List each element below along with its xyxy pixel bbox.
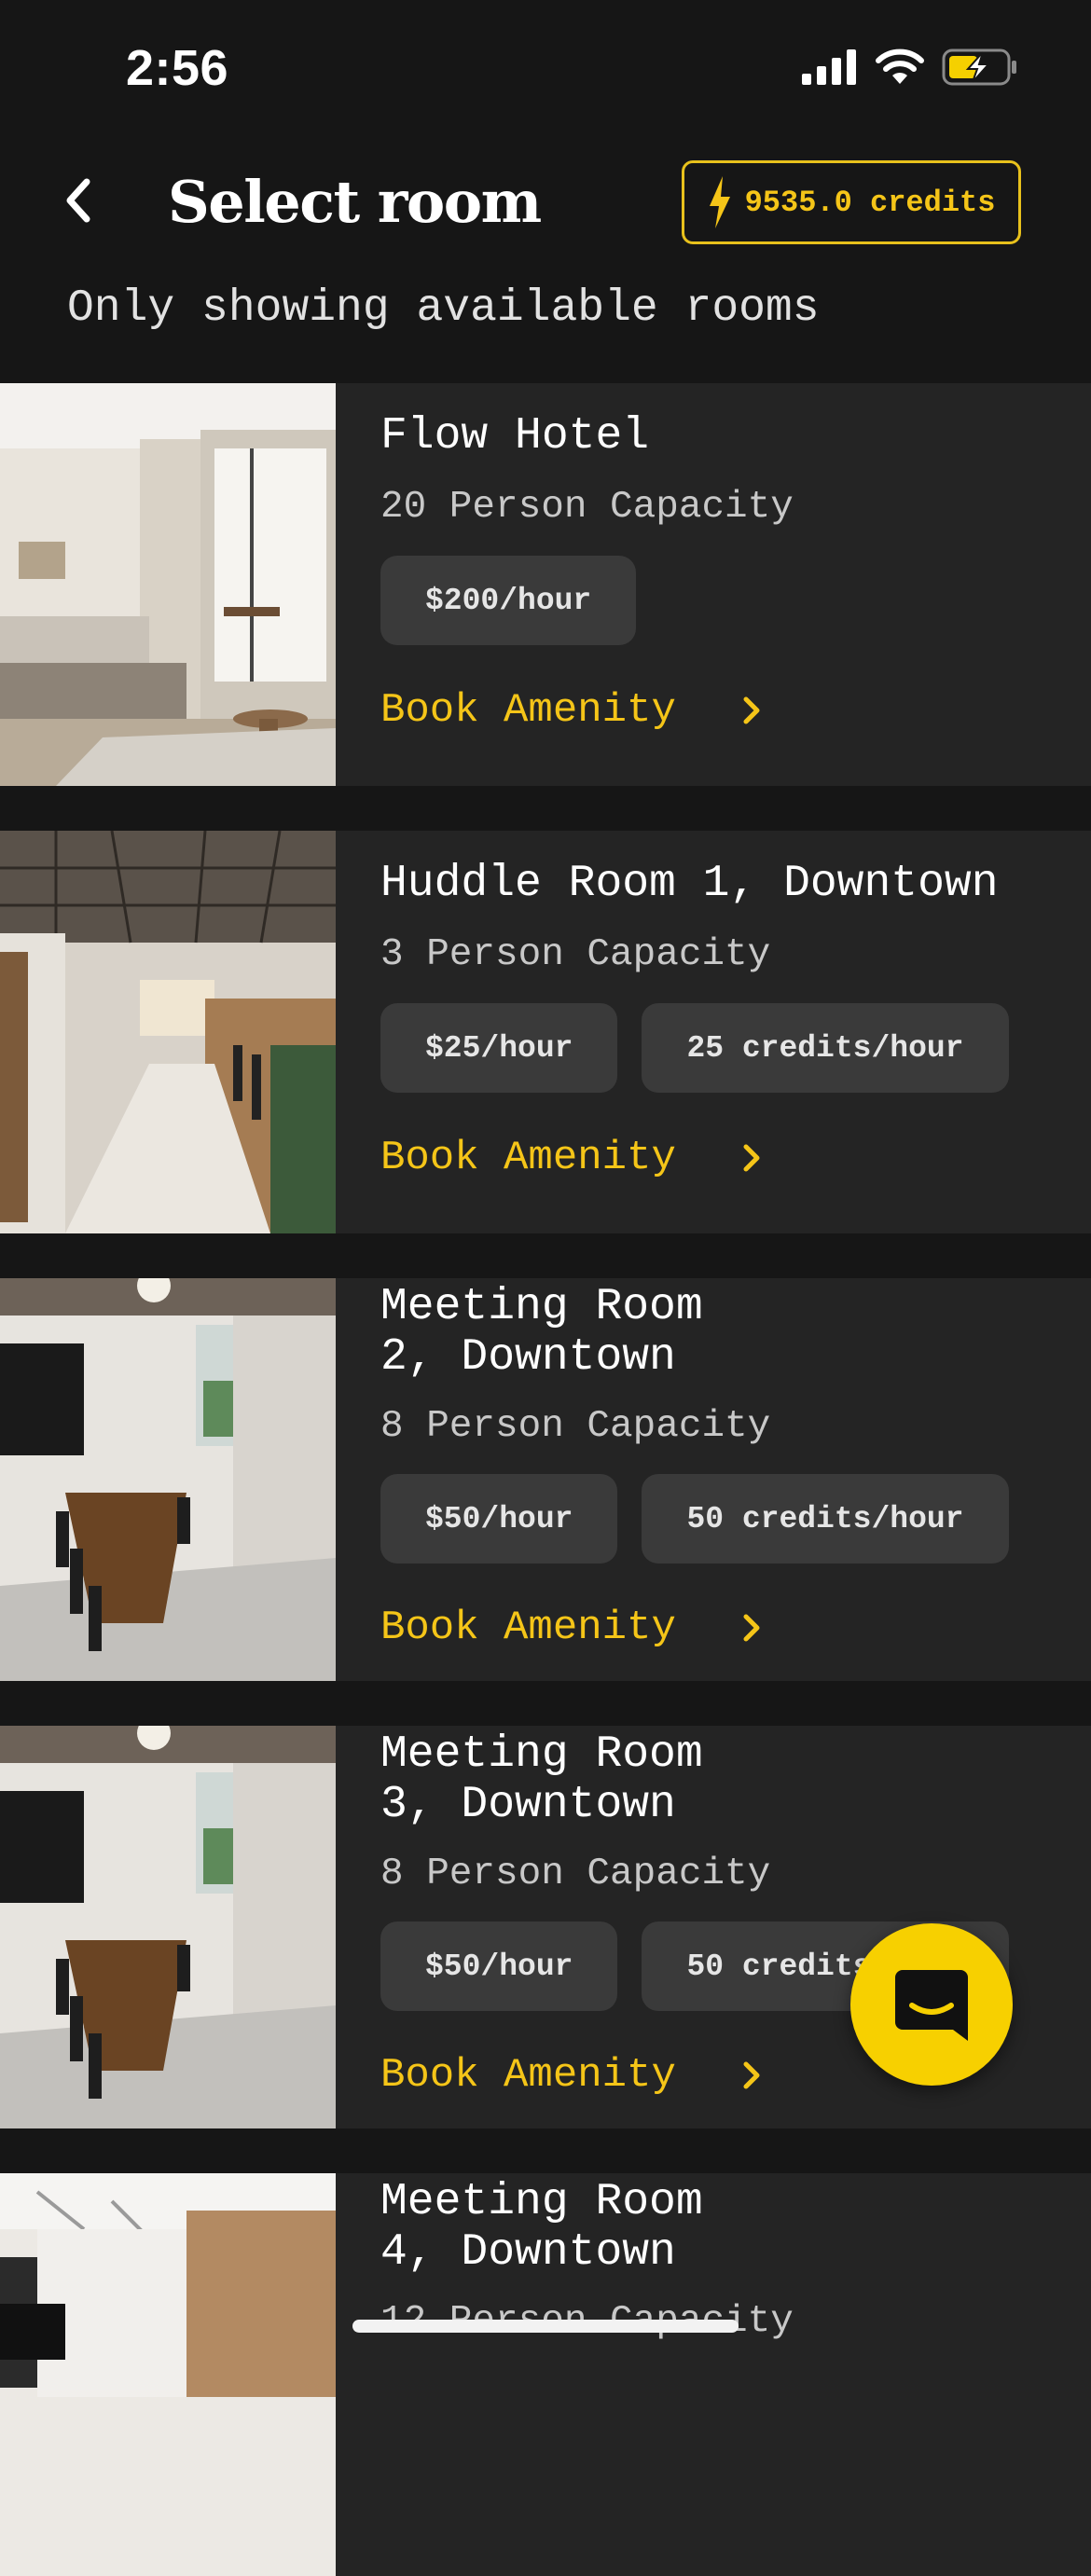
- status-time: 2:56: [126, 40, 229, 96]
- room-capacity: 8 Person Capacity: [380, 1405, 771, 1448]
- page-subtitle: Only showing available rooms: [67, 283, 820, 334]
- room-photo: [0, 831, 336, 1233]
- status-bar: 2:56: [0, 0, 1091, 140]
- room-card[interactable]: Huddle Room 1, Downtown 3 Person Capacit…: [0, 831, 1091, 1233]
- book-amenity-link[interactable]: Book Amenity: [380, 2052, 762, 2099]
- credits-chip: 25 credits/hour: [642, 1003, 1009, 1093]
- chat-button[interactable]: [850, 1923, 1013, 2086]
- credits-badge[interactable]: 9535.0 credits: [682, 160, 1021, 244]
- status-icons: [802, 48, 1018, 86]
- room-info: Meeting Room 3, Downtown 8 Person Capaci…: [380, 1726, 1091, 2128]
- room-capacity: 3 Person Capacity: [380, 933, 771, 976]
- room-photo: [0, 1278, 336, 1681]
- room-name: Meeting Room 3, Downtown: [380, 1729, 703, 1830]
- chevron-right-icon: [743, 1144, 760, 1172]
- price-chip: $25/hour: [380, 1003, 618, 1093]
- price-chips: $25/hour 25 credits/hour: [380, 1003, 1024, 1093]
- room-name: Meeting Room 2, Downtown: [380, 1282, 703, 1383]
- book-amenity-link[interactable]: Book Amenity: [380, 1135, 762, 1181]
- room-name: Huddle Room 1, Downtown: [380, 859, 999, 909]
- chevron-left-icon: [66, 178, 90, 223]
- room-info: Meeting Room 2, Downtown 8 Person Capaci…: [380, 1278, 1091, 1681]
- battery-charging-icon: [942, 48, 1016, 86]
- price-chip: $50/hour: [380, 1922, 618, 2011]
- room-capacity: 20 Person Capacity: [380, 486, 794, 529]
- book-amenity-link[interactable]: Book Amenity: [380, 1605, 762, 1651]
- room-capacity: 8 Person Capacity: [380, 1853, 771, 1895]
- room-card[interactable]: Meeting Room 4, Downtown 12 Person Capac…: [0, 2173, 1091, 2576]
- price-chips: $50/hour 50 credits/hour: [380, 1474, 1024, 1564]
- room-photo: [0, 2173, 336, 2576]
- room-photo: [0, 383, 336, 786]
- chat-icon: [895, 1970, 968, 2041]
- room-info: Huddle Room 1, Downtown 3 Person Capacit…: [380, 831, 1091, 1233]
- book-amenity-label: Book Amenity: [380, 1135, 676, 1181]
- wifi-icon: [876, 48, 924, 84]
- room-photo: [0, 1726, 336, 2128]
- price-chips: $200/hour: [380, 556, 1024, 645]
- room-card[interactable]: Flow Hotel 20 Person Capacity $200/hour …: [0, 383, 1091, 786]
- home-indicator: [352, 2320, 739, 2333]
- credits-chip: 50 credits/hour: [642, 1474, 1009, 1564]
- book-amenity-label: Book Amenity: [380, 687, 676, 734]
- price-chip: $200/hour: [380, 556, 637, 645]
- price-chip: $50/hour: [380, 1474, 618, 1564]
- back-button[interactable]: [48, 170, 110, 231]
- book-amenity-label: Book Amenity: [380, 1605, 676, 1651]
- page-title: Select room: [168, 168, 542, 236]
- book-amenity-label: Book Amenity: [380, 2052, 676, 2099]
- chevron-right-icon: [743, 1614, 760, 1642]
- chevron-right-icon: [743, 2061, 760, 2089]
- room-name: Flow Hotel: [380, 411, 650, 461]
- room-name: Meeting Room 4, Downtown: [380, 2177, 703, 2278]
- room-info: Flow Hotel 20 Person Capacity $200/hour …: [380, 383, 1091, 786]
- lightning-icon: [709, 176, 730, 228]
- credits-label: 9535.0 credits: [744, 185, 996, 220]
- header: Select room 9535.0 credits: [0, 149, 1091, 261]
- signal-icon: [802, 49, 856, 85]
- room-card[interactable]: Meeting Room 2, Downtown 8 Person Capaci…: [0, 1278, 1091, 1681]
- chevron-right-icon: [743, 696, 760, 724]
- book-amenity-link[interactable]: Book Amenity: [380, 687, 762, 734]
- room-info: Meeting Room 4, Downtown 12 Person Capac…: [380, 2173, 1091, 2576]
